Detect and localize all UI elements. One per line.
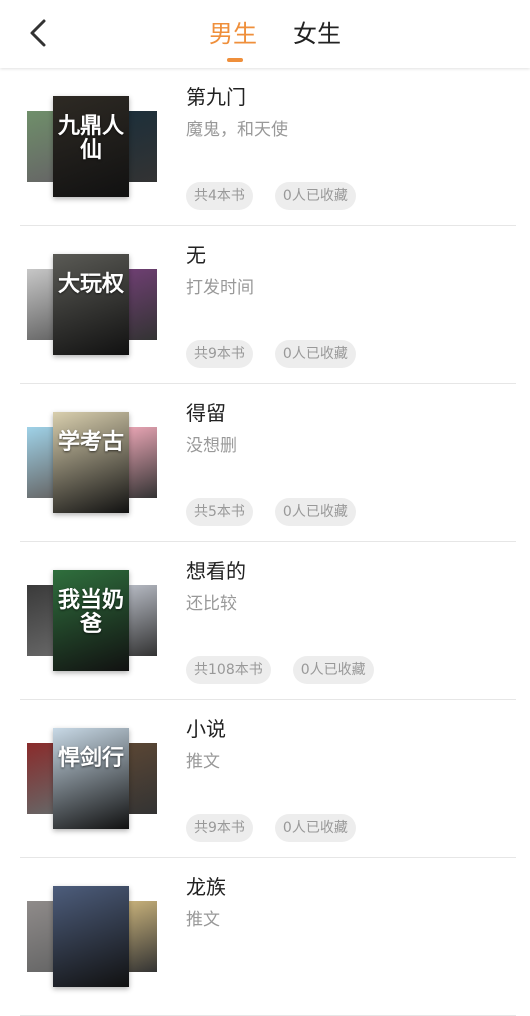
booklist-item[interactable]: 学考古 得留 没想删 共5本书 0人已收藏 bbox=[20, 384, 516, 542]
booklist-desc: 推文 bbox=[186, 910, 220, 930]
book-cover-main: 学考古 bbox=[53, 412, 129, 513]
saved-count-badge: 0人已收藏 bbox=[274, 340, 356, 368]
book-cover-right bbox=[129, 743, 157, 814]
book-cover-left bbox=[27, 111, 55, 182]
book-cover-main: 悍剑行 bbox=[53, 728, 129, 829]
book-cover-left bbox=[27, 585, 55, 656]
tab-male[interactable]: 男生 bbox=[209, 18, 257, 50]
cover-title-art: 九鼎人仙 bbox=[57, 113, 124, 163]
booklist-desc: 推文 bbox=[186, 752, 220, 772]
cover-stack: 悍剑行 bbox=[27, 728, 157, 829]
booklist-item[interactable]: 大玩权 无 打发时间 共9本书 0人已收藏 bbox=[20, 226, 516, 384]
cover-title-art: 学考古 bbox=[57, 429, 124, 455]
booklist-item[interactable]: 我当奶爸 想看的 还比较 共108本书 0人已收藏 bbox=[20, 542, 516, 700]
booklist-title: 想看的 bbox=[186, 559, 246, 583]
booklist-title: 龙族 bbox=[186, 875, 226, 899]
saved-count-badge: 0人已收藏 bbox=[274, 814, 356, 842]
active-tab-indicator bbox=[227, 58, 243, 62]
book-cover-right bbox=[129, 269, 157, 340]
cover-stack: 我当奶爸 bbox=[27, 570, 157, 671]
booklist-title: 得留 bbox=[186, 401, 226, 425]
saved-count-badge: 0人已收藏 bbox=[292, 656, 374, 684]
book-cover-right bbox=[129, 901, 157, 972]
book-cover-main: 我当奶爸 bbox=[53, 570, 129, 671]
book-cover-left bbox=[27, 427, 55, 498]
booklist-desc: 打发时间 bbox=[186, 278, 254, 298]
book-cover-right bbox=[129, 585, 157, 656]
booklist-title: 小说 bbox=[186, 717, 226, 741]
book-count-badge: 共9本书 bbox=[186, 340, 253, 368]
book-cover-main: 大玩权 bbox=[53, 254, 129, 355]
saved-count-badge: 0人已收藏 bbox=[274, 182, 356, 210]
booklist-desc: 还比较 bbox=[186, 594, 237, 614]
book-cover-left bbox=[27, 901, 55, 972]
booklist-title: 无 bbox=[186, 243, 206, 267]
booklist-title: 第九门 bbox=[186, 85, 246, 109]
cover-title-art: 大玩权 bbox=[57, 271, 124, 297]
cover-stack: 大玩权 bbox=[27, 254, 157, 355]
booklist-item[interactable]: 悍剑行 小说 推文 共9本书 0人已收藏 bbox=[20, 700, 516, 858]
book-cover-left bbox=[27, 743, 55, 814]
book-cover-left bbox=[27, 269, 55, 340]
cover-stack: 九鼎人仙 bbox=[27, 96, 157, 197]
cover-stack bbox=[27, 886, 157, 987]
cover-stack: 学考古 bbox=[27, 412, 157, 513]
cover-title-art: 我当奶爸 bbox=[57, 587, 124, 637]
book-count-badge: 共9本书 bbox=[186, 814, 253, 842]
book-cover-right bbox=[129, 111, 157, 182]
back-arrow-icon[interactable] bbox=[24, 16, 54, 50]
tab-female[interactable]: 女生 bbox=[293, 18, 341, 50]
booklist-item[interactable]: 龙族 推文 bbox=[20, 858, 516, 1016]
book-count-badge: 共108本书 bbox=[186, 656, 271, 684]
booklist-item[interactable]: 九鼎人仙 第九门 魔鬼，和天使 共4本书 0人已收藏 bbox=[20, 68, 516, 226]
cover-title-art: 悍剑行 bbox=[57, 745, 124, 771]
booklist-desc: 没想删 bbox=[186, 436, 237, 456]
book-cover-main: 九鼎人仙 bbox=[53, 96, 129, 197]
book-cover-main bbox=[53, 886, 129, 987]
book-count-badge: 共5本书 bbox=[186, 498, 253, 526]
saved-count-badge: 0人已收藏 bbox=[274, 498, 356, 526]
booklist-list: 九鼎人仙 第九门 魔鬼，和天使 共4本书 0人已收藏 大玩权 无 打发时间 共9… bbox=[0, 68, 530, 1016]
top-bar: 男生 女生 bbox=[0, 0, 530, 68]
book-count-badge: 共4本书 bbox=[186, 182, 253, 210]
booklist-desc: 魔鬼，和天使 bbox=[186, 120, 288, 140]
book-cover-right bbox=[129, 427, 157, 498]
